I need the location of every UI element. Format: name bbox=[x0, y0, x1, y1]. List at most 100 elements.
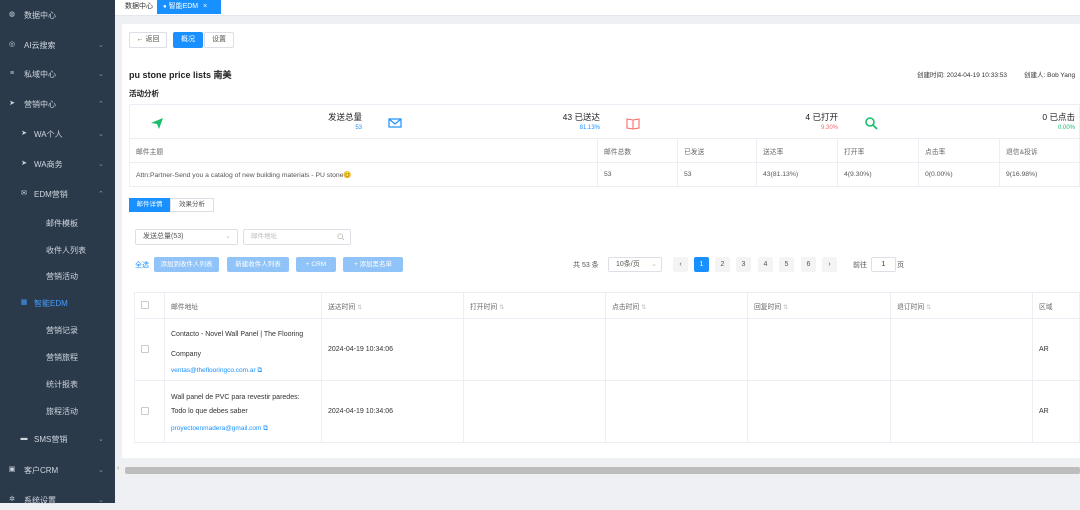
page-button[interactable]: 6 bbox=[801, 257, 816, 272]
overview-button[interactable]: 概况 bbox=[173, 32, 203, 48]
prev-page-button[interactable]: ‹ bbox=[673, 257, 688, 272]
stat-sent-label: 发送总量 bbox=[327, 112, 362, 122]
sort-icon[interactable]: ⇅ bbox=[641, 305, 646, 311]
total-count: 共 53 条 bbox=[573, 262, 599, 269]
sidebar-item[interactable]: ≡ 私域中心 ⌄ bbox=[0, 64, 115, 84]
sidebar-item[interactable]: 收件人列表 bbox=[0, 240, 115, 260]
page-button[interactable]: 5 bbox=[779, 257, 794, 272]
stat-sent: 发送总量 53 bbox=[130, 105, 368, 139]
summary-cell: 9(16.98%) bbox=[999, 162, 1080, 187]
detail-header: 区域 bbox=[1032, 292, 1080, 319]
page-button[interactable]: 2 bbox=[715, 257, 730, 272]
sidebar-item[interactable]: ➤ 营销中心 ⌃ bbox=[0, 94, 115, 114]
copy-icon[interactable]: ⧉ bbox=[257, 367, 262, 374]
detail-header-label: 送达时间 bbox=[328, 303, 356, 311]
detail-header[interactable]: 打开时间 ⇅ bbox=[463, 292, 606, 319]
row-checkbox[interactable] bbox=[141, 344, 149, 353]
goto-page-input[interactable]: 1 bbox=[871, 257, 896, 272]
creator-value: Bob Yang bbox=[1047, 72, 1076, 79]
sidebar-item[interactable]: ▦ 智能EDM bbox=[0, 293, 115, 313]
send-filter-select[interactable]: 发送总量(53) ⌄ bbox=[135, 229, 238, 245]
table-row: Wall panel de PVC para revestir paredes:… bbox=[134, 380, 1080, 443]
sort-icon[interactable]: ⇅ bbox=[499, 305, 504, 311]
detail-header-label: 邮件地址 bbox=[171, 303, 199, 311]
page-unit-label: 页 bbox=[897, 262, 904, 269]
page-button[interactable]: 4 bbox=[758, 257, 773, 272]
page-size-select[interactable]: 10条/页 ⌄ bbox=[608, 257, 662, 272]
back-button[interactable]: ← 返回 bbox=[129, 32, 167, 48]
sidebar-item[interactable]: ▬ SMS营销 ⌄ bbox=[0, 429, 115, 449]
sidebar-item[interactable]: 营销活动 bbox=[0, 266, 115, 286]
page-button[interactable]: 1 bbox=[694, 257, 709, 272]
send-icon: ➤ bbox=[21, 160, 27, 167]
select-all-link[interactable]: 全选 bbox=[135, 260, 149, 270]
new-list-button[interactable]: 新建收件人列表 bbox=[227, 257, 289, 272]
replied-time bbox=[747, 380, 891, 443]
chevron-up-icon: ⌃ bbox=[98, 191, 104, 198]
stat-delivered-label: 43 已送达 bbox=[562, 112, 600, 122]
checkbox-header bbox=[134, 292, 165, 319]
sidebar-item[interactable]: 营销记录 bbox=[0, 320, 115, 340]
scrollbar-thumb[interactable] bbox=[125, 467, 1080, 474]
email-subject-link[interactable]: Attn:Partner-Send you a catalog of new b… bbox=[129, 162, 598, 187]
summary-cell: 4(9.30%) bbox=[837, 162, 919, 187]
add-to-list-button[interactable]: 添加到收件人列表 bbox=[154, 257, 219, 272]
detail-header[interactable]: 点击时间 ⇅ bbox=[605, 292, 748, 319]
tab-email-detail[interactable]: 邮件详情 bbox=[129, 198, 170, 212]
tab-data-center[interactable]: 数据中心 bbox=[119, 0, 159, 14]
tab-effect-analysis[interactable]: 效果分析 bbox=[170, 198, 214, 212]
detail-header-label: 回复时间 bbox=[754, 303, 782, 311]
sidebar-item-label: 私域中心 bbox=[24, 69, 56, 79]
sidebar-item[interactable]: 营销旅程 bbox=[0, 347, 115, 367]
detail-header[interactable]: 送达时间 ⇅ bbox=[321, 292, 464, 319]
region: AR bbox=[1032, 380, 1080, 443]
sort-icon[interactable]: ⇅ bbox=[926, 305, 931, 311]
mail-icon bbox=[388, 118, 402, 128]
sidebar-item[interactable]: 邮件模板 bbox=[0, 213, 115, 233]
select-all-checkbox[interactable] bbox=[141, 300, 149, 309]
copy-icon[interactable]: ⧉ bbox=[263, 425, 268, 432]
sidebar-item[interactable]: ◍ 数据中心 bbox=[0, 5, 115, 25]
goto-label: 前往 bbox=[853, 262, 867, 269]
opened-time bbox=[463, 318, 606, 381]
chevron-down-icon: ⌄ bbox=[651, 261, 657, 268]
sidebar-item[interactable]: ▣ 客户CRM ⌄ bbox=[0, 460, 115, 480]
row-checkbox[interactable] bbox=[141, 406, 149, 415]
horizontal-scrollbar[interactable]: ‹ bbox=[115, 465, 1080, 475]
crm-button[interactable]: + CRM bbox=[296, 257, 336, 272]
contact-email[interactable]: ventas@theflooringco.com.ar ⧉ bbox=[171, 367, 315, 375]
sort-icon[interactable]: ⇅ bbox=[783, 305, 788, 311]
detail-header[interactable]: 回复时间 ⇅ bbox=[747, 292, 891, 319]
sidebar-item[interactable]: 统计报表 bbox=[0, 374, 115, 394]
contact-email[interactable]: proyectoenmadera@gmail.com ⧉ bbox=[171, 425, 315, 433]
detail-header-label: 退订时间 bbox=[897, 303, 925, 311]
sidebar-item[interactable]: 旅程活动 bbox=[0, 401, 115, 421]
email-search-input[interactable]: 邮件地址 bbox=[243, 229, 351, 245]
add-blacklist-button[interactable]: + 添加黑名单 bbox=[343, 257, 403, 272]
sidebar-item-label: 数据中心 bbox=[24, 10, 56, 20]
sidebar-item[interactable]: ➤ WA个人 ⌄ bbox=[0, 124, 115, 144]
row-checkbox-cell bbox=[134, 318, 165, 381]
sidebar-item[interactable]: ✲ 系统设置 ⌄ bbox=[0, 490, 115, 510]
tab-smart-edm[interactable]: ● 智能EDM × bbox=[157, 0, 221, 14]
clicked-time bbox=[605, 380, 748, 443]
scroll-left-arrow[interactable]: ‹ bbox=[117, 465, 119, 472]
search-icon bbox=[337, 233, 345, 241]
page-button[interactable]: 3 bbox=[736, 257, 751, 272]
chevron-down-icon: ⌄ bbox=[98, 42, 104, 49]
detail-header[interactable]: 退订时间 ⇅ bbox=[890, 292, 1033, 319]
sidebar-item[interactable]: ✉ EDM营销 ⌃ bbox=[0, 184, 115, 204]
chevron-down-icon: ⌄ bbox=[98, 467, 104, 474]
chevron-down-icon: ⌄ bbox=[98, 71, 104, 78]
next-page-button[interactable]: › bbox=[822, 257, 837, 272]
sidebar-item[interactable]: ◎ AI云搜索 ⌄ bbox=[0, 35, 115, 55]
stat-clicked-label: 0 已点击 bbox=[1042, 112, 1075, 122]
sidebar-item[interactable]: ➤ WA商务 ⌄ bbox=[0, 154, 115, 174]
sort-icon[interactable]: ⇅ bbox=[357, 305, 362, 311]
settings-button[interactable]: 设置 bbox=[204, 32, 234, 48]
tab-close-icon[interactable]: × bbox=[203, 3, 207, 10]
stat-sent-value: 53 bbox=[355, 125, 362, 131]
stat-opened-pct: 9.30% bbox=[820, 125, 838, 131]
email-cell: Contacto - Novel Wall Panel | The Floori… bbox=[164, 318, 322, 381]
delivered-time: 2024-04-19 10:34:06 bbox=[321, 318, 464, 381]
